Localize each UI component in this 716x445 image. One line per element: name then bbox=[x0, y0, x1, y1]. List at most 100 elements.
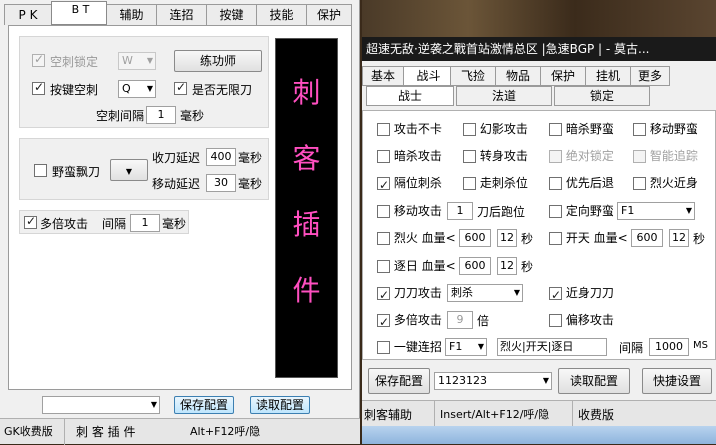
assassin-wild-label: 暗杀野蛮 bbox=[565, 122, 614, 136]
tab-pk[interactable]: P K bbox=[4, 4, 52, 25]
offset-attack-row: 偏移攻击 bbox=[549, 310, 614, 330]
walk-stab-checkbox[interactable] bbox=[463, 177, 476, 190]
tab-bt[interactable]: B T bbox=[51, 1, 107, 25]
right-config-select[interactable]: 1123123 ▼ bbox=[434, 372, 552, 390]
save-config-button[interactable]: 保存配置 bbox=[174, 396, 234, 414]
tab-protect[interactable]: 保护 bbox=[306, 4, 352, 25]
unlimited-knife-checkbox[interactable] bbox=[174, 80, 187, 95]
kaitian-sec-input[interactable]: 12 bbox=[669, 229, 689, 247]
fixed-wild-checkbox[interactable] bbox=[549, 205, 562, 218]
turn-attack-checkbox[interactable] bbox=[463, 150, 476, 163]
combat-row-1: 攻击不卡 bbox=[377, 119, 442, 139]
multi-attack-interval-input[interactable]: 1 bbox=[130, 214, 160, 232]
practice-button[interactable]: 练功师 bbox=[174, 50, 262, 72]
collect-delay-input[interactable]: 400 bbox=[206, 148, 236, 166]
combat-row-3d: 烈火近身 bbox=[633, 173, 698, 193]
wild-group: 野蛮飘刀 ▼ 收刀延迟 400 毫秒 移动延迟 30 毫秒 bbox=[19, 138, 269, 200]
combo-sequence-input[interactable]: 烈火|开天|逐日 bbox=[497, 338, 607, 356]
fire-close-label: 烈火近身 bbox=[649, 176, 698, 190]
multi-attack-right-input[interactable]: 9 bbox=[447, 311, 473, 329]
smart-track-checkbox[interactable] bbox=[633, 150, 646, 163]
tab-skills[interactable]: 技能 bbox=[256, 4, 307, 25]
wild-drift-checkbox[interactable] bbox=[34, 163, 47, 177]
tab-autoplay[interactable]: 挂机 bbox=[585, 66, 631, 86]
combat-subtabs: 战士 法道 锁定 bbox=[362, 86, 716, 108]
near-blade-row: 近身刀刀 bbox=[549, 283, 614, 305]
one-key-combo-checkbox[interactable] bbox=[377, 341, 390, 354]
combat-row-6: 逐日 血量< bbox=[377, 256, 456, 276]
right-save-config-button[interactable]: 保存配置 bbox=[368, 368, 430, 394]
combat-row-1d: 移动野蛮 bbox=[633, 119, 698, 139]
fire-sec-input[interactable]: 12 bbox=[497, 229, 517, 247]
multi-attack-checkbox[interactable] bbox=[24, 214, 37, 229]
chevron-down-icon: ▼ bbox=[513, 288, 520, 297]
fire-hp-input[interactable]: 600 bbox=[459, 229, 491, 247]
chevron-down-icon: ▼ bbox=[685, 206, 692, 215]
tab-combo[interactable]: 连招 bbox=[156, 4, 207, 25]
move-delay-input[interactable]: 30 bbox=[206, 174, 236, 192]
zhuri-checkbox[interactable] bbox=[377, 260, 390, 273]
absolute-lock-checkbox[interactable] bbox=[549, 150, 562, 163]
wild-drift-dropdown[interactable]: ▼ bbox=[110, 159, 148, 181]
combat-row-3c: 优先后退 bbox=[549, 173, 614, 193]
tab-combat[interactable]: 战斗 bbox=[403, 66, 451, 86]
multi-attack-label: 多倍攻击 bbox=[40, 217, 89, 231]
combo-interval-input[interactable]: 1000 bbox=[649, 338, 689, 356]
kaitian-label: 开天 bbox=[565, 231, 590, 245]
phantom-attack-checkbox[interactable] bbox=[463, 123, 476, 136]
combat-row-2b: 转身攻击 bbox=[463, 146, 528, 166]
combat-row-5: 烈火 血量< bbox=[377, 228, 456, 248]
multi-attack-right-unit: 倍 bbox=[477, 314, 490, 328]
fixed-wild-key-select[interactable]: F1 ▼ bbox=[617, 202, 695, 220]
banner-char-2: 客 bbox=[292, 142, 321, 175]
attack-no-lag-checkbox[interactable] bbox=[377, 123, 390, 136]
kaitian-checkbox[interactable] bbox=[549, 232, 562, 245]
tab-protect-right[interactable]: 保护 bbox=[540, 66, 586, 86]
config-select[interactable]: ▼ bbox=[42, 396, 160, 414]
quick-settings-button[interactable]: 快捷设置 bbox=[642, 368, 712, 394]
fire-hp-checkbox[interactable] bbox=[377, 232, 390, 245]
kaitian-hp-input[interactable]: 600 bbox=[631, 229, 663, 247]
tab-items[interactable]: 物品 bbox=[495, 66, 541, 86]
kongci-group: 空刺锁定 W▼ 练功师 按键空刺 Q▼ 是否无限刀 空刺间隔 1 毫秒 bbox=[19, 36, 269, 128]
chevron-down-icon: ▼ bbox=[146, 56, 153, 65]
subtab-warrior[interactable]: 战士 bbox=[366, 86, 454, 106]
assassin-attack-checkbox[interactable] bbox=[377, 150, 390, 163]
move-wild-label: 移动野蛮 bbox=[649, 122, 698, 136]
tab-assist[interactable]: 辅助 bbox=[106, 4, 157, 25]
tab-pickup[interactable]: 飞捡 bbox=[450, 66, 496, 86]
kongci-lock-checkbox[interactable] bbox=[32, 52, 45, 67]
combat-row-3b: 走刺杀位 bbox=[463, 173, 528, 193]
blade-attack-select[interactable]: 刺杀 ▼ bbox=[447, 284, 523, 302]
right-load-config-button[interactable]: 读取配置 bbox=[558, 368, 630, 394]
blade-attack-checkbox[interactable] bbox=[377, 285, 390, 305]
tab-more[interactable]: 更多 bbox=[630, 66, 670, 86]
tab-basic[interactable]: 基本 bbox=[362, 66, 404, 86]
multi-attack-right-checkbox[interactable] bbox=[377, 312, 390, 332]
priority-retreat-checkbox[interactable] bbox=[549, 177, 562, 190]
banner-char-3: 插 bbox=[292, 208, 321, 241]
combo-key-select[interactable]: F1 ▼ bbox=[445, 338, 487, 356]
near-blade-checkbox[interactable] bbox=[549, 285, 562, 305]
kongci-interval-label: 空刺间隔 bbox=[96, 109, 145, 123]
key-kongci-select[interactable]: Q ▼ bbox=[118, 80, 156, 98]
combat-row-8: 多倍攻击 bbox=[377, 310, 442, 332]
move-wild-checkbox[interactable] bbox=[633, 123, 646, 136]
offset-attack-checkbox[interactable] bbox=[549, 314, 562, 327]
collect-delay-label: 收刀延迟 bbox=[152, 151, 201, 165]
zhuri-sec-unit: 秒 bbox=[521, 260, 534, 274]
tab-keys[interactable]: 按键 bbox=[206, 4, 257, 25]
gap-stab-checkbox[interactable] bbox=[377, 175, 390, 195]
kongci-lock-key-select[interactable]: W ▼ bbox=[118, 52, 156, 70]
move-attack-input[interactable]: 1 bbox=[447, 202, 473, 220]
subtab-mage-taoist[interactable]: 法道 bbox=[456, 86, 552, 106]
load-config-button[interactable]: 读取配置 bbox=[250, 396, 310, 414]
subtab-lock[interactable]: 锁定 bbox=[554, 86, 650, 106]
move-attack-checkbox[interactable] bbox=[377, 205, 390, 218]
fire-close-checkbox[interactable] bbox=[633, 177, 646, 190]
zhuri-sec-input[interactable]: 12 bbox=[497, 257, 517, 275]
zhuri-hp-input[interactable]: 600 bbox=[459, 257, 491, 275]
assassin-wild-checkbox[interactable] bbox=[549, 123, 562, 136]
key-kongci-checkbox[interactable] bbox=[32, 80, 45, 95]
kongci-interval-input[interactable]: 1 bbox=[146, 106, 176, 124]
